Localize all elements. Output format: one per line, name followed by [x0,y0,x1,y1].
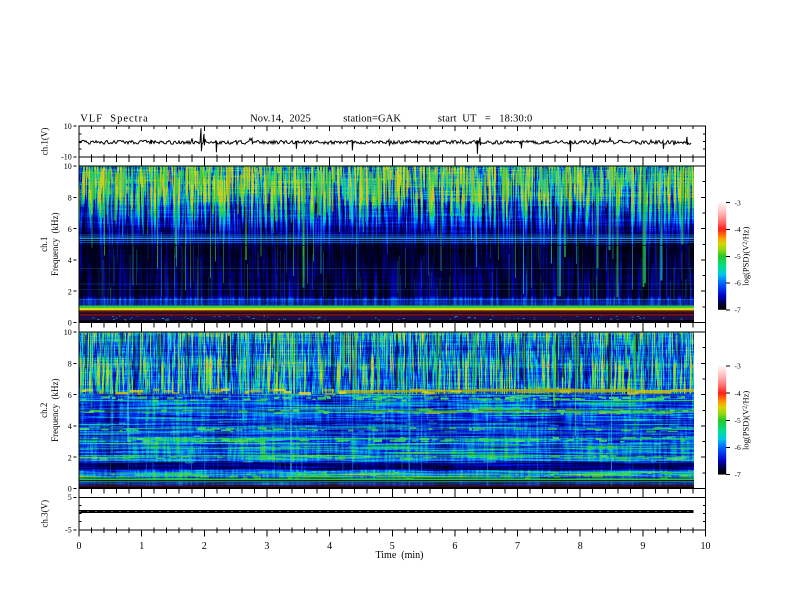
svg-text:-7: -7 [735,305,741,314]
svg-text:2: 2 [68,453,72,462]
svg-text:6: 6 [452,541,457,552]
svg-text:8: 8 [578,541,583,552]
svg-text:1: 1 [139,541,144,552]
svg-text:Frequency (kHz): Frequency (kHz) [50,378,60,441]
svg-text:ch.1: ch.1 [39,237,49,252]
svg-text:2: 2 [68,287,72,296]
svg-text:0: 0 [68,319,72,328]
svg-text:3: 3 [264,541,269,552]
svg-text:4: 4 [327,541,332,552]
svg-text:Time (min): Time (min) [376,550,424,561]
svg-text:ch.3(V): ch.3(V) [40,500,50,528]
svg-text:2: 2 [202,541,207,552]
svg-text:10: 10 [701,541,711,552]
svg-text:-10: -10 [61,153,72,162]
svg-text:start UT = 18:30:0: start UT = 18:30:0 [438,114,533,125]
svg-text:VLF Spectra: VLF Spectra [80,114,149,125]
svg-text:5: 5 [68,493,72,502]
svg-text:4: 4 [68,256,72,265]
svg-text:0: 0 [77,541,82,552]
svg-text:Nov.14, 2025: Nov.14, 2025 [250,114,311,125]
svg-text:log(PSD)(V2/Hz): log(PSD)(V2/Hz) [741,391,751,450]
svg-text:8: 8 [68,360,72,369]
svg-text:-5: -5 [65,526,72,535]
svg-text:8: 8 [68,194,72,203]
svg-text:9: 9 [640,541,645,552]
svg-text:4: 4 [68,422,72,431]
svg-text:6: 6 [68,391,72,400]
svg-text:10: 10 [64,162,72,171]
svg-text:-3: -3 [735,362,741,371]
svg-text:ch.2: ch.2 [39,403,49,418]
svg-text:log(PSD)(V2/Hz): log(PSD)(V2/Hz) [741,226,751,285]
svg-text:10: 10 [64,122,72,131]
svg-text:10: 10 [64,328,72,337]
svg-text:-3: -3 [735,198,741,207]
svg-text:-7: -7 [735,470,741,479]
svg-text:Frequency (kHz): Frequency (kHz) [50,213,60,276]
svg-text:6: 6 [68,225,72,234]
svg-text:ch.1(V): ch.1(V) [40,128,50,156]
svg-text:station=GAK: station=GAK [343,114,401,125]
svg-text:7: 7 [515,541,520,552]
